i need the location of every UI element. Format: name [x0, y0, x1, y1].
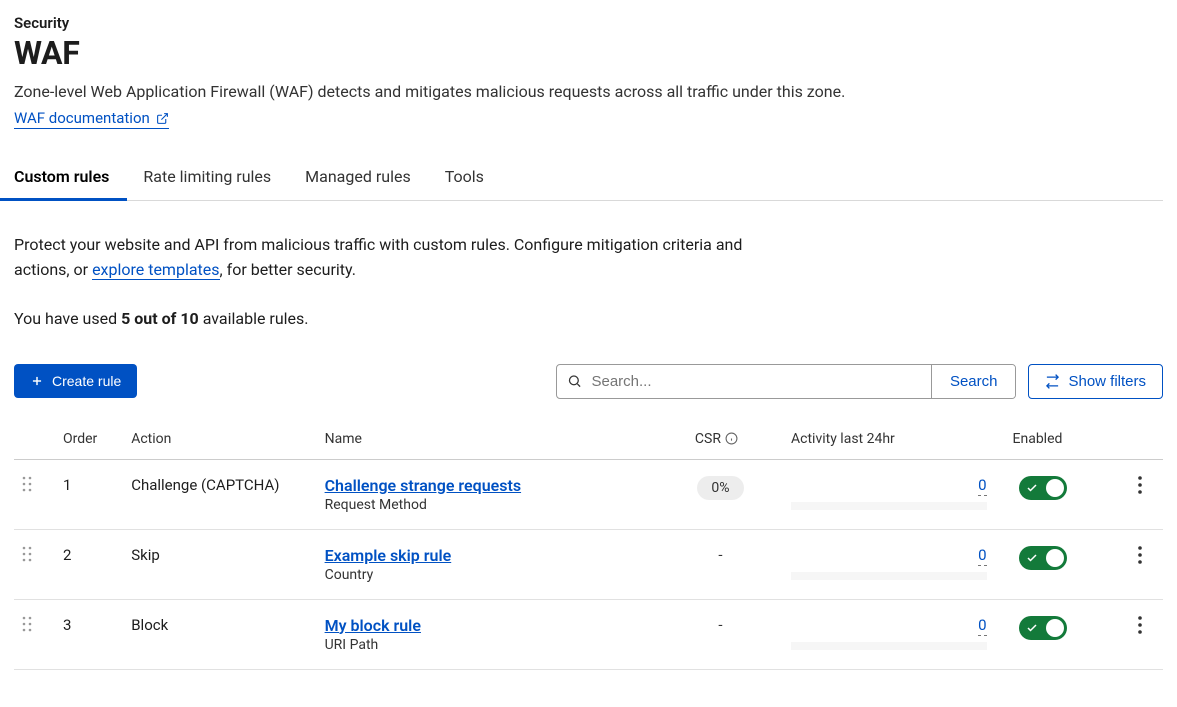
kebab-icon: [1138, 476, 1142, 494]
drag-handle[interactable]: [22, 478, 32, 496]
usage-count: 5 out of 10: [121, 309, 199, 328]
intro-suffix: , for better security.: [220, 260, 356, 279]
kebab-icon: [1138, 546, 1142, 564]
show-filters-button[interactable]: Show filters: [1028, 364, 1163, 399]
tab-rate-limiting-rules[interactable]: Rate limiting rules: [143, 157, 271, 200]
rule-order: 1: [55, 459, 123, 529]
rule-activity-value[interactable]: 0: [978, 546, 986, 566]
rule-activity-value[interactable]: 0: [978, 616, 986, 636]
doc-link-label: WAF documentation: [14, 109, 150, 127]
rule-action: Challenge (CAPTCHA): [123, 459, 316, 529]
csr-pill: 0%: [697, 476, 743, 500]
external-link-icon: [156, 112, 169, 125]
rule-activity-value[interactable]: 0: [978, 476, 986, 496]
rule-csr: 0%: [658, 459, 783, 529]
search-input[interactable]: [557, 365, 930, 398]
col-action-header: Action: [123, 419, 316, 460]
rule-subtitle: Country: [325, 567, 650, 583]
activity-sparkline: [791, 642, 987, 650]
col-enabled-header: Enabled: [1011, 419, 1118, 460]
row-menu-button[interactable]: [1138, 550, 1142, 568]
rule-name-link[interactable]: Example skip rule: [325, 546, 452, 565]
drag-icon: [22, 546, 32, 562]
explore-templates-link[interactable]: explore templates: [92, 260, 219, 280]
toolbar: Create rule Search Show filters: [14, 364, 1163, 399]
table-row: 2 Skip Example skip rule Country - 0: [14, 529, 1163, 599]
col-name-header: Name: [317, 419, 658, 460]
plus-icon: [30, 374, 44, 388]
tab-managed-rules[interactable]: Managed rules: [305, 157, 411, 200]
show-filters-label: Show filters: [1068, 373, 1146, 390]
intro-text: Protect your website and API from malici…: [14, 233, 754, 283]
waf-documentation-link[interactable]: WAF documentation: [14, 109, 169, 129]
activity-sparkline: [791, 502, 987, 510]
tabs: Custom rules Rate limiting rules Managed…: [14, 157, 1163, 201]
enabled-toggle[interactable]: [1019, 616, 1067, 640]
drag-icon: [22, 616, 32, 632]
rule-csr: -: [658, 599, 783, 669]
rule-order: 3: [55, 599, 123, 669]
table-row: 1 Challenge (CAPTCHA) Challenge strange …: [14, 459, 1163, 529]
enabled-toggle[interactable]: [1019, 476, 1067, 500]
check-icon: [1026, 552, 1038, 564]
usage-text: You have used 5 out of 10 available rule…: [14, 309, 1163, 328]
rule-subtitle: URI Path: [325, 637, 650, 653]
rule-name-link[interactable]: My block rule: [325, 616, 421, 635]
create-rule-label: Create rule: [52, 373, 121, 389]
check-icon: [1026, 622, 1038, 634]
rule-order: 2: [55, 529, 123, 599]
activity-sparkline: [791, 572, 987, 580]
row-menu-button[interactable]: [1138, 620, 1142, 638]
search-icon: [567, 374, 582, 389]
rule-name-link[interactable]: Challenge strange requests: [325, 476, 521, 495]
drag-icon: [22, 476, 32, 492]
row-menu-button[interactable]: [1138, 480, 1142, 498]
check-icon: [1026, 482, 1038, 494]
rules-table: Order Action Name CSR Activity last 24hr…: [14, 419, 1163, 670]
rule-csr: -: [658, 529, 783, 599]
rule-action: Block: [123, 599, 316, 669]
kebab-icon: [1138, 616, 1142, 634]
tab-tools[interactable]: Tools: [445, 157, 484, 200]
page-description: Zone-level Web Application Firewall (WAF…: [14, 82, 1163, 101]
col-csr-header: CSR: [658, 419, 783, 460]
csr-dash: -: [718, 616, 722, 634]
csr-dash: -: [718, 546, 722, 564]
tab-custom-rules[interactable]: Custom rules: [14, 157, 109, 200]
info-icon[interactable]: [725, 432, 738, 445]
col-order-header: Order: [55, 419, 123, 460]
table-row: 3 Block My block rule URI Path - 0: [14, 599, 1163, 669]
enabled-toggle[interactable]: [1019, 546, 1067, 570]
drag-handle[interactable]: [22, 618, 32, 636]
rule-subtitle: Request Method: [325, 497, 650, 513]
col-activity-header: Activity last 24hr: [783, 419, 1011, 460]
csr-header-label: CSR: [695, 431, 721, 447]
rule-action: Skip: [123, 529, 316, 599]
usage-suffix: available rules.: [199, 309, 309, 328]
usage-prefix: You have used: [14, 309, 121, 328]
drag-handle[interactable]: [22, 548, 32, 566]
filters-icon: [1045, 374, 1060, 389]
search-wrap: Search: [556, 364, 1016, 399]
create-rule-button[interactable]: Create rule: [14, 364, 137, 398]
page-title: WAF: [14, 34, 1163, 72]
search-button[interactable]: Search: [931, 365, 1016, 398]
breadcrumb: Security: [14, 14, 1163, 32]
